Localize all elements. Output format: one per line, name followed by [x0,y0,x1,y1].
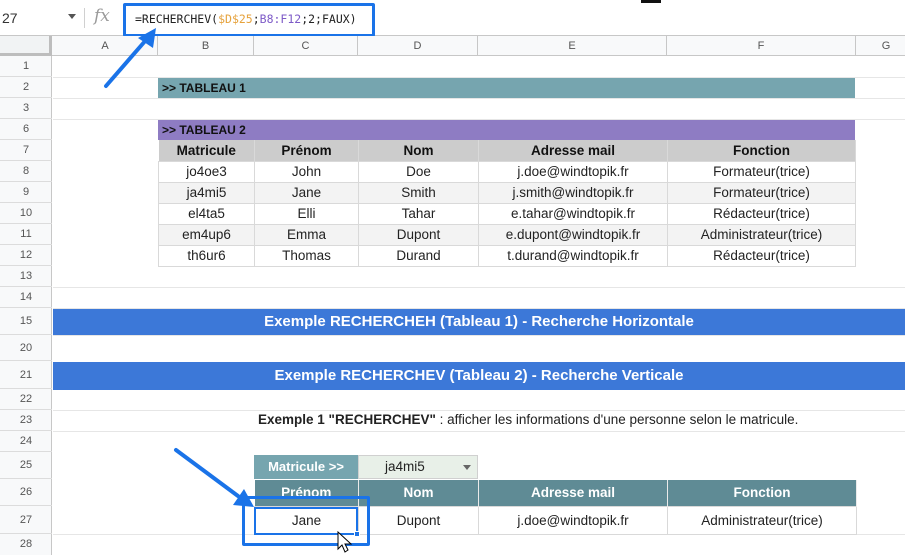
arrow-icon [174,448,254,507]
mouse-cursor-icon [337,530,353,553]
annotation-layer [104,28,353,553]
arrow-icon [104,28,156,88]
